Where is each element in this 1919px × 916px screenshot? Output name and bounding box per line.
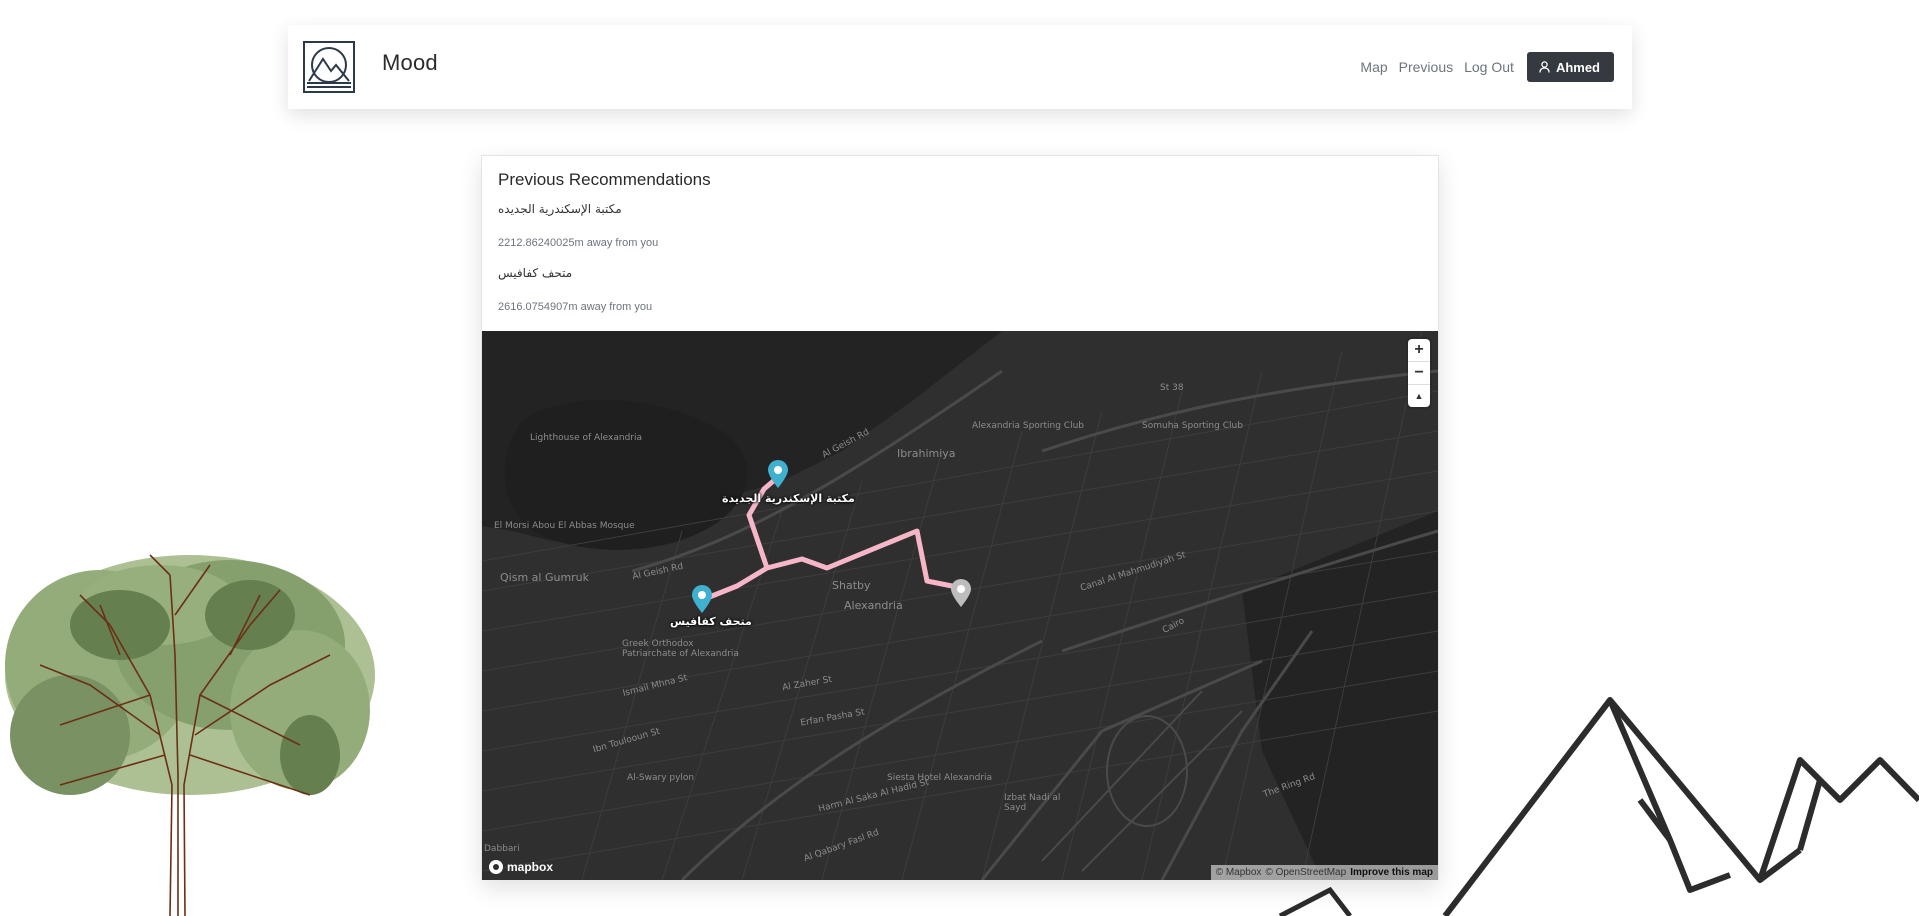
map-label: Lighthouse of Alexandria [530, 433, 643, 443]
map-attribution: © Mapbox © OpenStreetMap Improve this ma… [1210, 865, 1438, 880]
map-label: St 38 [1160, 383, 1184, 393]
map-view[interactable]: Lighthouse of Alexandria Al Geish Rd Ibr… [482, 331, 1438, 880]
mapbox-logo[interactable]: mapbox [489, 860, 553, 874]
map-marker-icon[interactable] [767, 459, 789, 489]
nav-link-map[interactable]: Map [1360, 59, 1387, 75]
user-button[interactable]: Ahmed [1526, 52, 1614, 82]
recommendation-name: متحف كفافيس [498, 266, 573, 280]
poi-label: مكتبة الإسكندرية الجديدة [722, 492, 855, 505]
poi-label: متحف كفافيس [670, 615, 752, 628]
map-label: Alexandria [844, 599, 903, 612]
recommendation-name: مكتبة الإسكندرية الجديده [498, 202, 622, 216]
user-icon [1539, 61, 1550, 73]
map-label: Shatby [832, 579, 871, 592]
map-label: Qism al Gumruk [500, 571, 590, 584]
recommendation-distance: 2616.0754907m away from you [498, 301, 653, 313]
recommendation-distance: 2212.86240025m away from you [498, 237, 659, 249]
brand-name[interactable]: Mood [382, 50, 438, 76]
map-label: Siesta Hotel Alexandria [887, 773, 993, 783]
map-label: Izbat Nadi al Sayd [1004, 793, 1061, 813]
map-marker-icon[interactable] [691, 584, 713, 614]
user-name: Ahmed [1555, 59, 1600, 75]
user-location-marker-icon[interactable] [950, 578, 972, 608]
map-label: Dabbari [484, 844, 520, 854]
navbar: Mood Map Previous Log Out Ahmed [288, 25, 1632, 109]
improve-map-link[interactable]: Improve this map [1350, 867, 1433, 878]
zoom-out-button[interactable]: − [1408, 362, 1430, 385]
attribution-osm-link[interactable]: © OpenStreetMap [1265, 867, 1346, 878]
mapbox-logo-text: mapbox [507, 860, 554, 874]
recommendations-card: Previous Recommendations مكتبة الإسكندري… [481, 155, 1439, 880]
zoom-in-button[interactable]: + [1408, 339, 1430, 362]
nav-link-previous[interactable]: Previous [1399, 59, 1453, 75]
nav-links: Map Previous Log Out Ahmed [1360, 52, 1614, 82]
tree-illustration [5, 554, 375, 916]
nav-link-logout[interactable]: Log Out [1464, 59, 1514, 75]
map-label: Greek Orthodox Patriarchate of Alexandri… [622, 639, 739, 659]
compass-button[interactable]: ▲ [1408, 385, 1430, 407]
mountain-logo-icon[interactable] [303, 41, 355, 93]
map-label: Al-Swary pylon [627, 773, 695, 783]
card-title: Previous Recommendations [498, 170, 711, 189]
map-label: Alexandria Sporting Club [972, 421, 1085, 431]
zoom-controls: + − ▲ [1408, 339, 1430, 407]
map-label: Ibrahimiya [897, 447, 956, 460]
mapbox-logo-icon [489, 860, 503, 874]
map-label: El Morsi Abou El Abbas Mosque [494, 521, 635, 531]
attribution-mapbox-link[interactable]: © Mapbox [1216, 867, 1262, 878]
map-label: Somuha Sporting Club [1142, 421, 1243, 431]
